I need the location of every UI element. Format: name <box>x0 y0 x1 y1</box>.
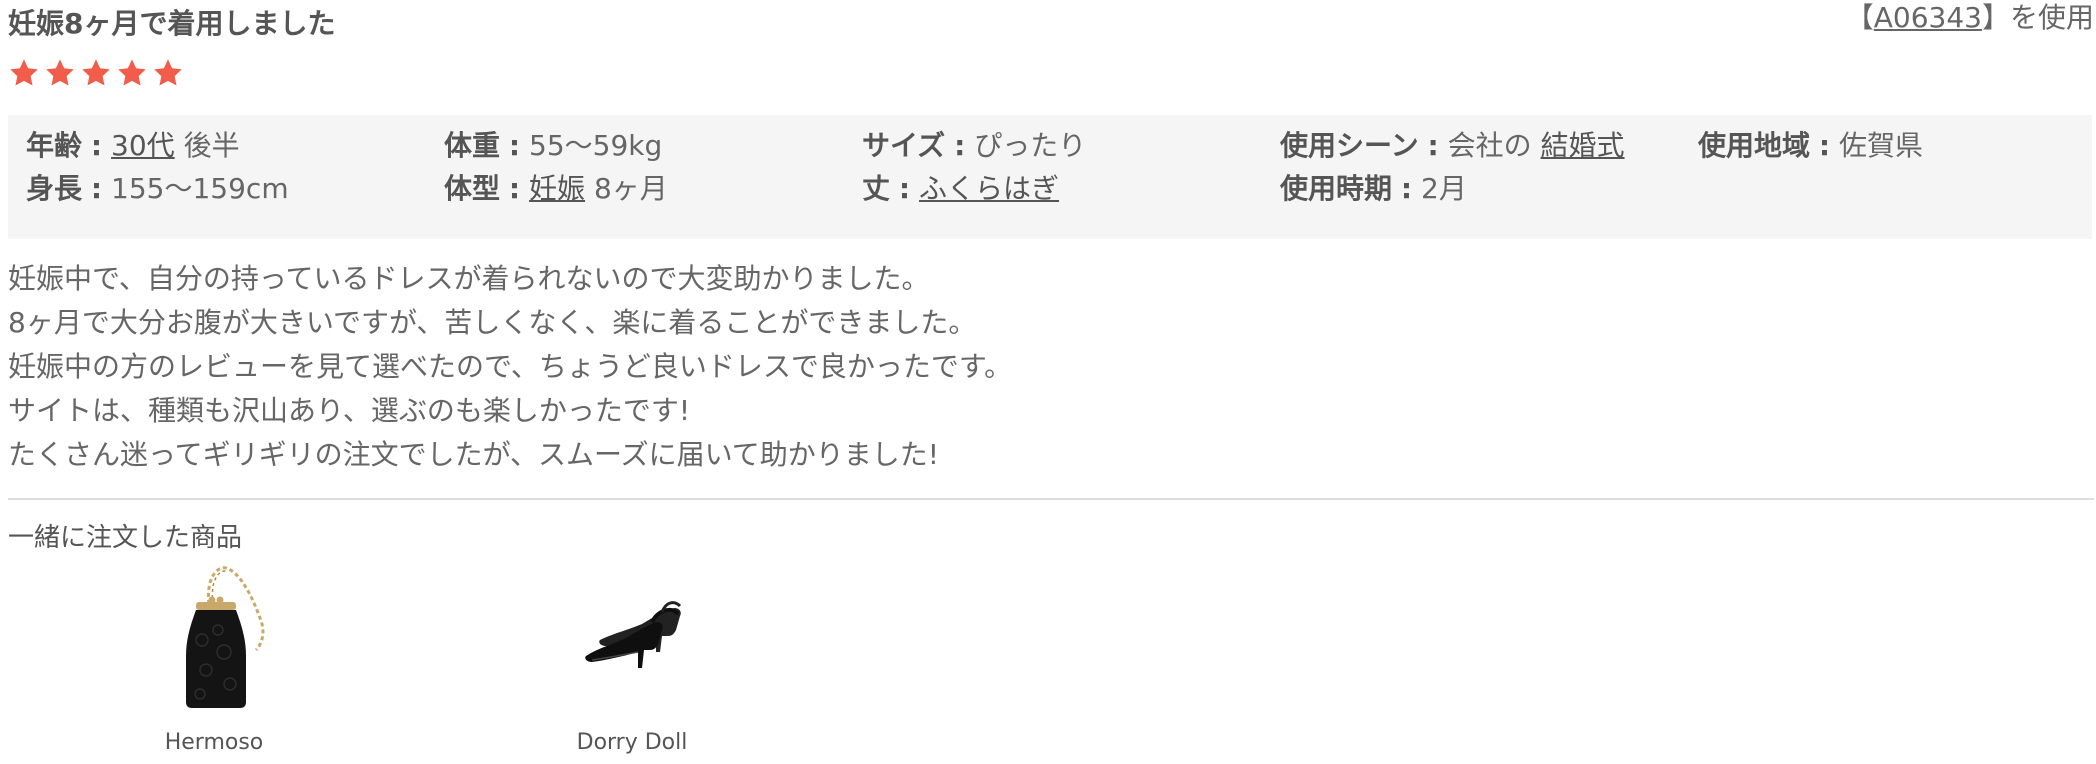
attr-body-type-label: 体型 <box>444 172 501 205</box>
review-card: 妊娠8ヶ月で着用しました 【A06343】を使用 年齢 : 30代 後半 体重 … <box>0 0 2096 764</box>
attr-length-label: 丈 <box>862 172 891 205</box>
attr-body-type-suffix: 8ヶ月 <box>593 172 668 205</box>
attr-size: サイズ : ぴったり <box>862 128 1086 164</box>
attr-body-type-link[interactable]: 妊娠 <box>529 172 585 205</box>
attr-region-colon: : <box>1818 129 1831 162</box>
attr-length-colon: : <box>898 172 911 205</box>
review-body-line: 妊娠中の方のレビューを見て選べたので、ちょうど良いドレスで良かったです。 <box>8 350 1013 383</box>
ordered-item-name: Dorry Doll <box>576 730 688 755</box>
section-divider <box>8 498 2094 500</box>
attr-weight: 体重 : 55〜59kg <box>444 128 662 164</box>
attr-region-label: 使用地域 <box>1698 129 1811 162</box>
attr-scene-link[interactable]: 結婚式 <box>1541 129 1625 162</box>
review-body-line: たくさん迷ってギリギリの注文でしたが、スムーズに届いて助かりました! <box>8 438 940 471</box>
attr-age-label: 年齢 <box>26 129 83 162</box>
star-icon <box>118 59 146 86</box>
attr-weight-label: 体重 <box>444 129 501 162</box>
star-icon <box>46 59 74 86</box>
star-rating <box>8 57 184 93</box>
attr-region: 使用地域 : 佐賀県 <box>1698 128 1923 164</box>
used-product: 【A06343】を使用 <box>1846 0 2094 36</box>
attr-age-colon: : <box>90 129 103 162</box>
ordered-item-name: Hermoso <box>164 730 264 755</box>
attr-age-link[interactable]: 30代 <box>111 129 175 162</box>
used-product-code-link[interactable]: A06343 <box>1874 1 1982 34</box>
attr-period-label: 使用時期 <box>1280 172 1393 205</box>
used-product-suffix: 】を使用 <box>1981 1 2094 34</box>
review-title: 妊娠8ヶ月で着用しました <box>8 7 336 40</box>
star-icon <box>82 59 110 86</box>
attr-height: 身長 : 155〜159cm <box>26 171 289 207</box>
attr-height-value: 155〜159cm <box>111 172 289 205</box>
star-icon <box>10 59 38 86</box>
reviewer-attributes: 年齢 : 30代 後半 体重 : 55〜59kg サイズ : ぴったり 使用シー… <box>8 115 2092 239</box>
attr-scene-colon: : <box>1427 129 1439 162</box>
attr-scene-label: 使用シーン <box>1280 129 1419 162</box>
attr-weight-colon: : <box>508 129 521 162</box>
attr-height-colon: : <box>90 172 103 205</box>
attr-body-type: 体型 : 妊娠 8ヶ月 <box>444 171 668 207</box>
attr-scene: 使用シーン : 会社の 結婚式 <box>1280 128 1625 164</box>
attr-weight-value: 55〜59kg <box>529 129 663 162</box>
attr-age: 年齢 : 30代 後半 <box>26 128 240 164</box>
review-body-line: 妊娠中で、自分の持っているドレスが着られないので大変助かりました。 <box>8 262 930 295</box>
attr-period-value: 2月 <box>1421 172 1467 205</box>
review-body-line: サイトは、種類も沢山あり、選ぶのも楽しかったです! <box>8 394 691 427</box>
attr-size-colon: : <box>954 129 966 162</box>
attr-size-value: ぴったり <box>974 129 1087 162</box>
attr-height-label: 身長 <box>26 172 83 205</box>
attr-body-type-colon: : <box>508 172 521 205</box>
review-body-line: 8ヶ月で大分お腹が大きいですが、苦しくなく、楽に着ることができました。 <box>8 306 977 339</box>
attr-age-suffix: 後半 <box>183 129 240 162</box>
star-icon <box>154 59 182 86</box>
ordered-together-title: 一緒に注文した商品 <box>8 523 243 553</box>
attr-length-link[interactable]: ふくらはぎ <box>919 172 1059 205</box>
review-body: 妊娠中で、自分の持っているドレスが着られないので大変助かりました。 8ヶ月で大分… <box>8 257 2088 477</box>
attr-period: 使用時期 : 2月 <box>1280 171 1467 207</box>
attr-scene-prefix: 会社の <box>1447 129 1532 162</box>
ordered-item-hermoso[interactable]: Hermoso <box>84 560 344 764</box>
black-pump-shoes-icon <box>585 601 682 668</box>
attr-region-value: 佐賀県 <box>1839 129 1924 162</box>
ordered-item-dorry-doll[interactable]: Dorry Doll <box>502 560 762 764</box>
attr-period-colon: : <box>1400 172 1413 205</box>
used-product-prefix: 【 <box>1845 1 1874 34</box>
attr-length: 丈 : ふくらはぎ <box>862 171 1059 207</box>
black-lace-clutch-bag-icon <box>186 566 265 708</box>
attr-size-label: サイズ <box>862 129 946 162</box>
